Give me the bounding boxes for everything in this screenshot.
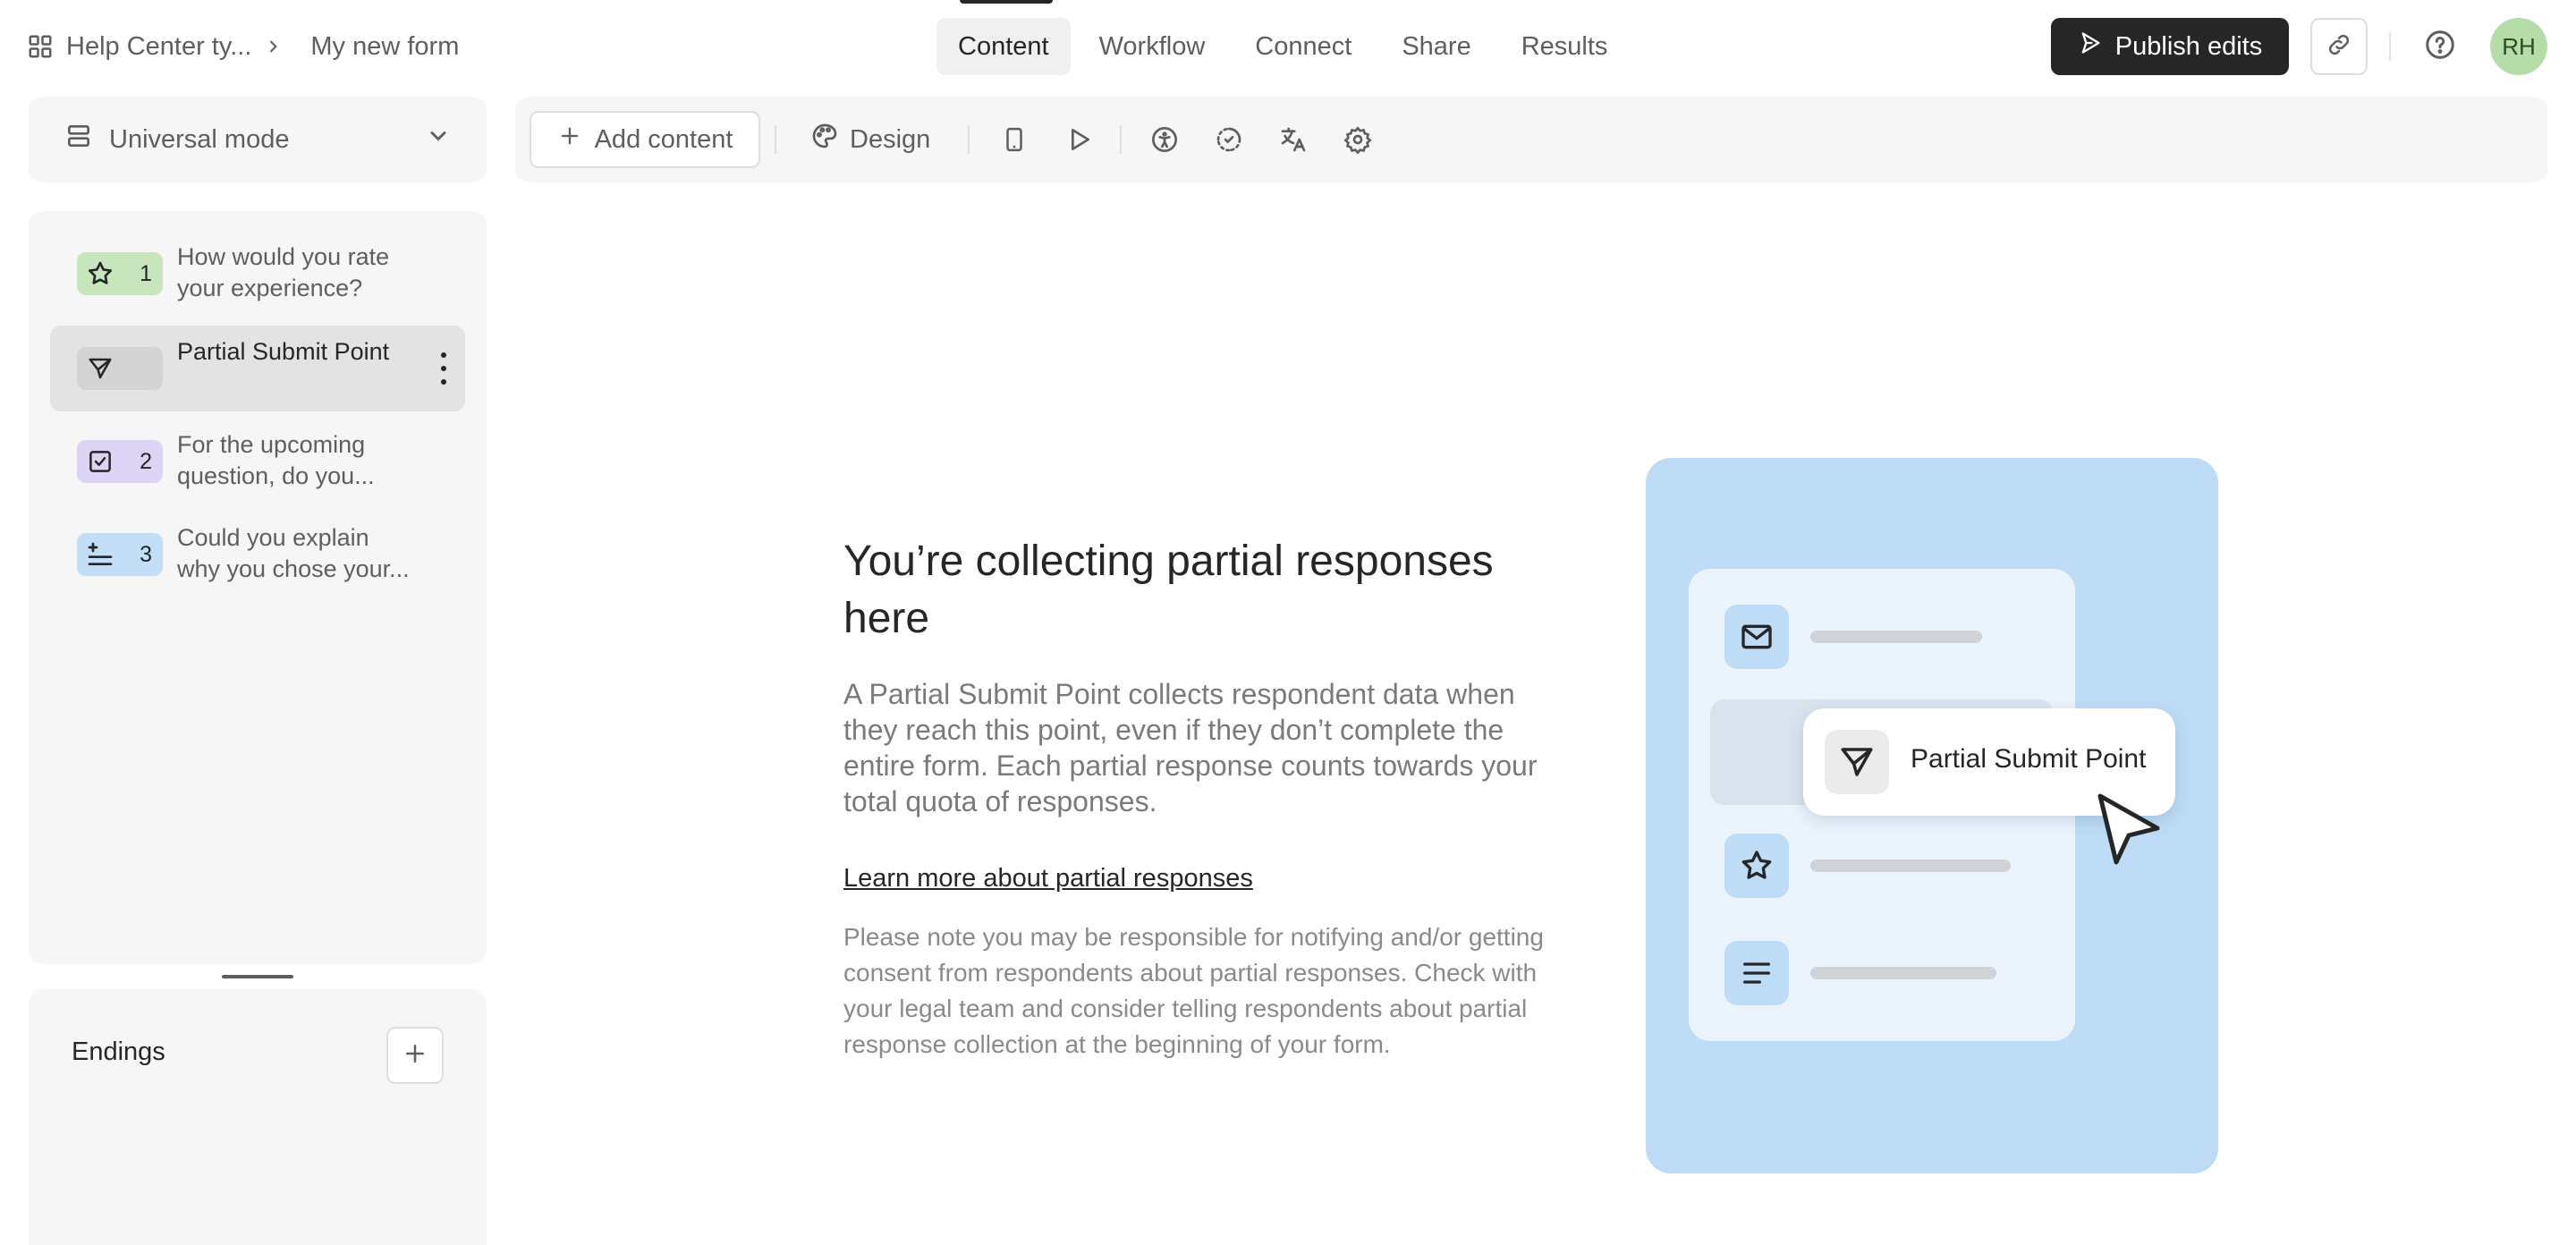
question-item-2[interactable]: 2 For the upcoming question, do you... bbox=[50, 419, 465, 504]
help-circle-icon bbox=[2424, 29, 2456, 65]
play-preview-icon[interactable] bbox=[1063, 123, 1095, 156]
settings-gear-icon[interactable] bbox=[1342, 123, 1374, 156]
long-text-icon bbox=[86, 540, 114, 569]
mail-icon bbox=[1724, 605, 1789, 669]
mode-selector-label: Universal mode bbox=[109, 124, 290, 154]
divider bbox=[968, 125, 970, 154]
question-type-badge: 3 bbox=[77, 533, 163, 576]
question-number: 2 bbox=[140, 449, 152, 474]
breadcrumb-form-name[interactable]: My new form bbox=[310, 32, 459, 62]
question-type-badge bbox=[77, 347, 163, 390]
main-tabs: Content Workflow Connect Share Results bbox=[936, 18, 1636, 75]
question-title: For the upcoming question, do you... bbox=[177, 431, 375, 489]
publish-edits-button[interactable]: Publish edits bbox=[2051, 18, 2289, 75]
layers-icon bbox=[64, 122, 93, 157]
divider bbox=[2389, 32, 2391, 61]
chevron-right-icon bbox=[264, 38, 282, 55]
active-tab-indicator bbox=[960, 0, 1053, 4]
editor-toolbar: Add content Design bbox=[515, 97, 2547, 182]
top-bar: Help Center ty... My new form Content Wo… bbox=[0, 0, 2576, 93]
mode-selector[interactable]: Universal mode bbox=[29, 97, 487, 182]
question-type-badge: 2 bbox=[77, 440, 163, 483]
placeholder-bar bbox=[1810, 860, 2011, 872]
tab-share[interactable]: Share bbox=[1380, 18, 1492, 75]
add-content-button[interactable]: Add content bbox=[530, 111, 760, 168]
question-item-1[interactable]: 1 How would you rate your experience? bbox=[50, 231, 465, 317]
endings-panel: Endings bbox=[29, 989, 487, 1245]
description-text: A Partial Submit Point collects responde… bbox=[843, 678, 1538, 817]
divider bbox=[1120, 125, 1122, 154]
learn-more-link[interactable]: Learn more about partial responses bbox=[843, 864, 1253, 894]
send-icon bbox=[1825, 730, 1889, 794]
breadcrumb: Help Center ty... My new form bbox=[27, 27, 459, 66]
question-number: 3 bbox=[140, 542, 152, 567]
tab-content[interactable]: Content bbox=[936, 18, 1071, 75]
checkbox-icon bbox=[86, 447, 114, 476]
partial-submit-illustration: Partial Submit Point bbox=[1646, 458, 2218, 1173]
endings-title: Endings bbox=[72, 1038, 165, 1066]
question-item-3[interactable]: 3 Could you explain why you chose your..… bbox=[50, 512, 465, 597]
tab-workflow[interactable]: Workflow bbox=[1078, 18, 1227, 75]
popup-label: Partial Submit Point bbox=[1911, 744, 2147, 774]
publish-edits-label: Publish edits bbox=[2114, 31, 2263, 61]
accessibility-icon[interactable] bbox=[1148, 123, 1181, 156]
mouse-cursor-icon bbox=[2095, 792, 2163, 872]
question-list-panel: 1 How would you rate your experience? Pa… bbox=[29, 211, 487, 964]
tab-results[interactable]: Results bbox=[1500, 18, 1630, 75]
link-icon bbox=[2326, 31, 2352, 63]
panel-resize-handle[interactable] bbox=[222, 975, 293, 978]
palette-icon bbox=[810, 122, 839, 157]
breadcrumb-workspace[interactable]: Help Center ty... bbox=[66, 32, 251, 62]
help-button[interactable] bbox=[2420, 27, 2460, 66]
question-title: Could you explain why you chose your... bbox=[177, 524, 410, 582]
star-icon bbox=[86, 259, 114, 288]
consent-note: Please note you may be responsible for n… bbox=[843, 923, 1544, 1058]
add-content-label: Add content bbox=[594, 124, 733, 154]
question-item-partial-submit[interactable]: Partial Submit Point bbox=[50, 326, 465, 411]
more-options-icon[interactable] bbox=[435, 352, 453, 385]
mobile-preview-icon[interactable] bbox=[998, 123, 1030, 156]
divider bbox=[775, 125, 776, 154]
page-heading: You’re collecting partial responses here bbox=[843, 538, 1494, 642]
apps-grid-icon[interactable] bbox=[27, 33, 54, 60]
loading-progress-icon[interactable] bbox=[1213, 123, 1245, 156]
question-type-badge: 1 bbox=[77, 252, 163, 295]
user-avatar[interactable]: RH bbox=[2490, 18, 2547, 75]
question-number: 1 bbox=[140, 261, 152, 286]
question-title: Partial Submit Point bbox=[177, 338, 390, 365]
copy-link-button[interactable] bbox=[2310, 18, 2368, 75]
add-ending-button[interactable] bbox=[386, 1027, 444, 1084]
text-lines-icon bbox=[1724, 941, 1789, 1005]
star-icon bbox=[1724, 834, 1789, 898]
design-label: Design bbox=[850, 124, 931, 154]
plus-icon bbox=[402, 1040, 428, 1071]
translate-icon[interactable] bbox=[1277, 123, 1309, 156]
placeholder-bar bbox=[1810, 631, 1982, 643]
plus-icon bbox=[557, 123, 582, 156]
tab-connect[interactable]: Connect bbox=[1233, 18, 1373, 75]
chevron-down-icon bbox=[426, 123, 451, 156]
question-title: How would you rate your experience? bbox=[177, 243, 390, 301]
send-icon bbox=[86, 354, 114, 383]
send-icon bbox=[2078, 30, 2103, 63]
placeholder-bar bbox=[1810, 967, 1996, 979]
design-button[interactable]: Design bbox=[810, 111, 930, 168]
